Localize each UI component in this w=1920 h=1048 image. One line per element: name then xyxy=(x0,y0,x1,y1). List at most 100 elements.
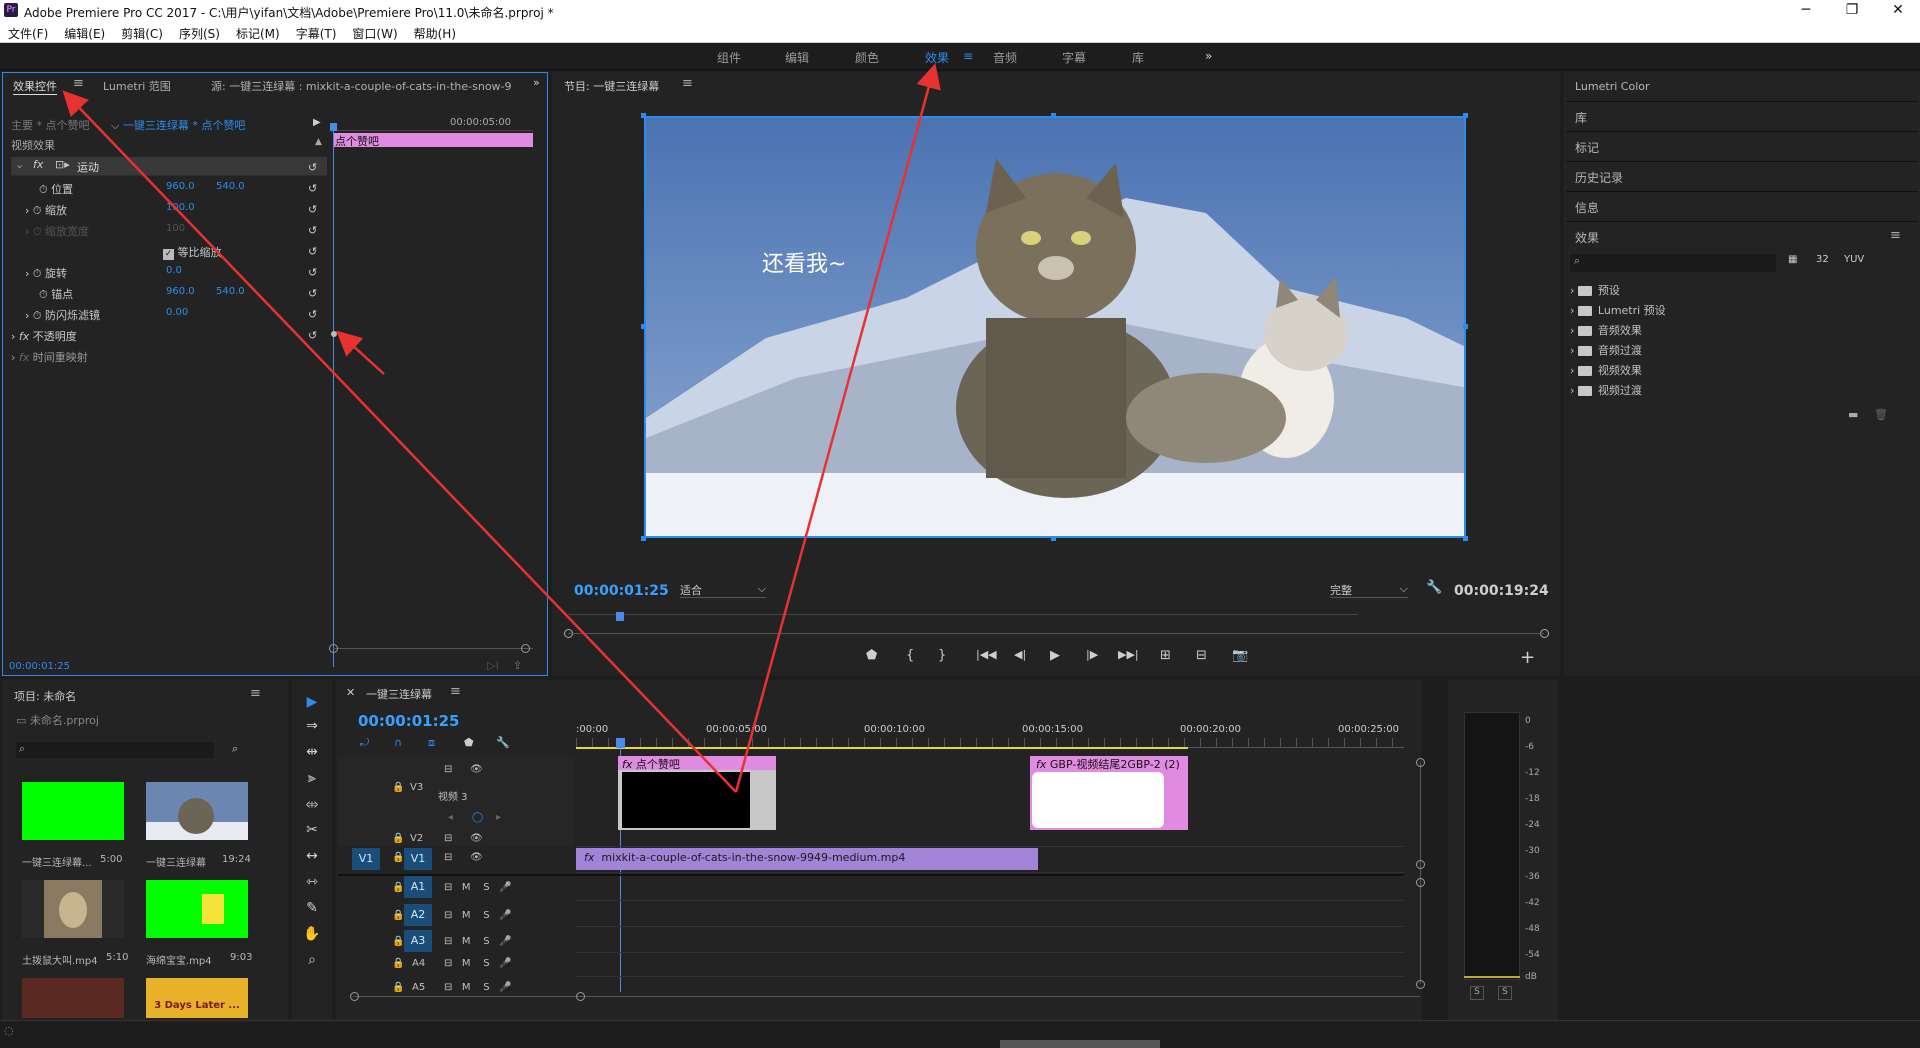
v3-keyframe-icon[interactable]: ◯ xyxy=(472,812,483,823)
effects-lumetri-presets-item[interactable]: › Lumetri 预设 xyxy=(1570,302,1666,318)
tab-lumetri-scopes[interactable]: Lumetri 范围 xyxy=(103,78,171,94)
step-back-button[interactable]: ◀| xyxy=(1014,648,1026,661)
master-clip-label[interactable]: 主要 * 点个赞吧 xyxy=(11,117,90,133)
thumb-person[interactable] xyxy=(22,978,124,1018)
track-v2-header[interactable] xyxy=(338,832,574,846)
program-scrub-bar[interactable] xyxy=(568,614,1358,626)
v2-lock-icon[interactable]: 🔒 xyxy=(392,833,404,844)
solo-right-button[interactable]: S xyxy=(1498,986,1512,1000)
panel-menu-icon[interactable]: ≡ xyxy=(73,76,84,91)
effect-playhead-handle[interactable] xyxy=(330,123,337,131)
clip-gbp-ending[interactable]: fx GBP-视频结尾2GBP-2 (2) xyxy=(1030,756,1188,830)
mark-out-button[interactable]: } xyxy=(938,648,946,663)
effect-clip-bar[interactable]: 点个赞吧 xyxy=(333,133,533,148)
lift-button[interactable]: ⊞ xyxy=(1160,648,1171,663)
lumetri-color-panel[interactable]: Lumetri Color xyxy=(1575,80,1650,93)
effects-search-input[interactable]: ⌕ xyxy=(1570,254,1776,272)
program-playhead[interactable] xyxy=(616,612,624,621)
workspace-assembly[interactable]: 组件 xyxy=(717,49,741,66)
hand-tool[interactable]: ✋ xyxy=(300,926,324,948)
clip-like-button[interactable]: fx 点个赞吧 xyxy=(618,756,776,830)
ripple-edit-tool[interactable]: ⇹ xyxy=(300,744,324,766)
timeline-menu-icon[interactable]: ≡ xyxy=(450,684,461,699)
pen-tool[interactable]: ✎ xyxy=(300,900,324,922)
work-area-bar[interactable] xyxy=(576,747,1188,749)
effects-menu-icon[interactable]: ≡ xyxy=(1890,228,1901,243)
workspace-audio[interactable]: 音频 xyxy=(993,49,1017,66)
effects-video-transitions-item[interactable]: › 视频过渡 xyxy=(1570,382,1642,398)
a5-sync-icon[interactable]: ⊟ M S 🎤 xyxy=(444,982,512,993)
menu-edit[interactable]: 编辑(E) xyxy=(56,22,113,42)
workspace-effects[interactable]: 效果 xyxy=(925,49,949,66)
menu-help[interactable]: 帮助(H) xyxy=(406,22,464,42)
razor-tool[interactable]: ✂ xyxy=(300,822,324,844)
a1-lock-icon[interactable]: 🔒 xyxy=(392,882,404,893)
export-frame-button[interactable]: 📷 xyxy=(1232,648,1248,663)
v1-eye-icon[interactable]: 👁 xyxy=(470,852,483,863)
a3-target[interactable]: A3 xyxy=(404,930,432,952)
timeline-hscroll-left[interactable] xyxy=(350,992,359,1001)
handle-br[interactable] xyxy=(1463,536,1468,541)
handle-tl[interactable] xyxy=(641,113,646,118)
effects-audio-transitions-item[interactable]: › 音频过渡 xyxy=(1570,342,1642,358)
timeline-vscroll-mid-1[interactable] xyxy=(1416,860,1425,869)
accelerated-effects-icon[interactable]: ▦ xyxy=(1788,254,1797,265)
fx-badge-icon[interactable]: fx xyxy=(33,158,43,171)
scroll-handle-right[interactable] xyxy=(521,644,530,653)
timeline-sequence-tab[interactable]: 一键三连绿幕 xyxy=(366,686,432,702)
menu-marker[interactable]: 标记(M) xyxy=(228,22,288,42)
a3-lock-icon[interactable]: 🔒 xyxy=(392,936,404,947)
timeline-horizontal-scroll[interactable] xyxy=(354,996,1420,997)
collapse-icon[interactable]: ▲ xyxy=(315,137,322,147)
source-label[interactable]: 源: 一键三连绿幕 : mixkit-a-couple-of-cats-in-t… xyxy=(211,78,511,94)
project-menu-icon[interactable]: ≡ xyxy=(250,686,261,701)
thumb-spongebob[interactable] xyxy=(146,880,248,938)
a2-target[interactable]: A2 xyxy=(404,904,432,926)
thumb-greenscreen-sequence[interactable] xyxy=(22,782,124,840)
thumb-cat-sequence[interactable] xyxy=(146,782,248,840)
handle-tr[interactable] xyxy=(1463,113,1468,118)
button-editor-plus[interactable]: + xyxy=(1520,647,1535,668)
fit-dropdown[interactable]: 适合 ⌵ xyxy=(680,582,766,598)
effects-audio-effects-item[interactable]: › 音频效果 xyxy=(1570,322,1642,338)
v1-sync-icon[interactable]: ⊟ xyxy=(444,852,452,863)
timeline-timecode[interactable]: 00:00:01:25 xyxy=(358,712,460,730)
sequence-clip-label[interactable]: ⌵ 一键三连绿幕 * 点个赞吧 xyxy=(111,117,245,133)
solo-left-button[interactable]: S xyxy=(1470,986,1484,1000)
scroll-handle-left[interactable] xyxy=(329,644,338,653)
new-bin-icon[interactable]: ▬ xyxy=(1848,408,1858,421)
workspace-editing[interactable]: 编辑 xyxy=(785,49,809,66)
status-scroll-thumb[interactable] xyxy=(1000,1040,1160,1048)
timeline-vscroll-bottom[interactable] xyxy=(1416,980,1425,989)
effect-scrollbar[interactable] xyxy=(333,648,533,649)
go-to-in-button[interactable]: |◀◀ xyxy=(976,648,997,661)
handle-bc[interactable] xyxy=(1051,536,1056,541)
track-select-tool[interactable]: ⇒ xyxy=(300,718,324,740)
markers-panel[interactable]: 标记 xyxy=(1575,139,1599,156)
menu-clip[interactable]: 剪辑(C) xyxy=(113,22,171,42)
filter-icon[interactable]: ▷⁞ xyxy=(487,659,499,672)
a2-lock-icon[interactable]: 🔒 xyxy=(392,910,404,921)
settings-wrench-icon[interactable]: 🔧 xyxy=(1426,580,1442,595)
timeline-playhead-handle[interactable] xyxy=(616,738,625,748)
program-video-frame[interactable]: 还看我~ xyxy=(644,116,1466,538)
a1-target[interactable]: A1 xyxy=(404,876,432,898)
nest-toggle-icon[interactable]: ⤾ xyxy=(360,736,369,750)
yuv-effects-icon[interactable]: YUV xyxy=(1844,254,1864,265)
a4-sync-icon[interactable]: ⊟ M S 🎤 xyxy=(444,958,512,969)
v2-eye-icon[interactable]: 👁 xyxy=(470,833,483,844)
v1-lock-icon[interactable]: 🔒 xyxy=(392,852,404,863)
snap-icon[interactable]: ∩ xyxy=(394,736,402,749)
quality-dropdown[interactable]: 完整 ⌵ xyxy=(1330,582,1408,598)
v2-sync-icon[interactable]: ⊟ xyxy=(444,833,452,844)
workspace-titles[interactable]: 字幕 xyxy=(1062,49,1086,66)
menu-title[interactable]: 字幕(T) xyxy=(288,22,345,42)
menu-sequence[interactable]: 序列(S) xyxy=(171,22,228,42)
slide-tool[interactable]: ⇿ xyxy=(300,874,324,896)
zoom-tool[interactable]: ⌕ xyxy=(300,952,324,974)
play-only-icon[interactable]: ▶ xyxy=(313,117,321,128)
info-panel[interactable]: 信息 xyxy=(1575,199,1599,216)
project-search-input[interactable]: ⌕ xyxy=(16,742,214,758)
export-icon[interactable]: ⇪ xyxy=(513,659,522,672)
delete-icon[interactable]: 🗑 xyxy=(1874,408,1888,421)
